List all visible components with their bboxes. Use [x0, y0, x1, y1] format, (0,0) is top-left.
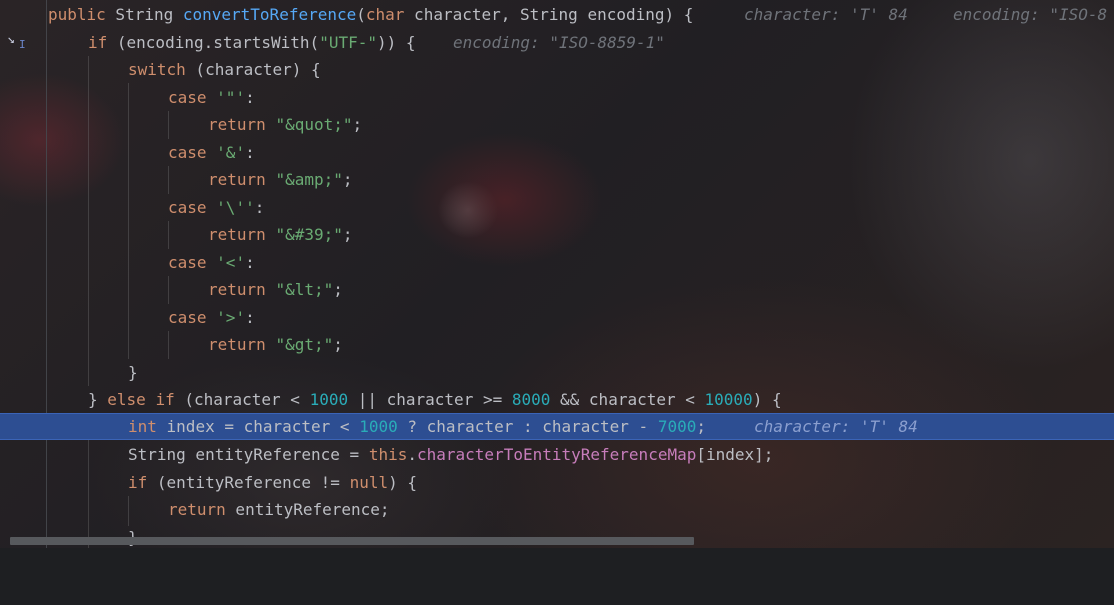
- code-text: return "&gt;";: [208, 335, 343, 354]
- code-line[interactable]: case '"':: [0, 84, 1114, 111]
- scrollbar-thumb[interactable]: [10, 537, 694, 545]
- code-text: case '>':: [168, 308, 255, 327]
- code-line[interactable]: return entityReference;: [0, 496, 1114, 523]
- step-into-arrow-icon: ↘: [7, 32, 15, 47]
- code-line[interactable]: case '<':: [0, 249, 1114, 276]
- code-line[interactable]: } else if (character < 1000 || character…: [0, 386, 1114, 413]
- inline-value-hint: encoding: "ISO-8: [953, 5, 1108, 24]
- code-text: return "&amp;";: [208, 170, 353, 189]
- code-line[interactable]: }: [0, 359, 1114, 386]
- code-line[interactable]: case '\'':: [0, 194, 1114, 221]
- method-name[interactable]: convertToReference: [183, 5, 356, 24]
- code-line[interactable]: return "&amp;";: [0, 166, 1114, 193]
- code-text: return "&#39;";: [208, 225, 353, 244]
- code-text: return "&quot;";: [208, 115, 363, 134]
- code-line[interactable]: case '&':: [0, 139, 1114, 166]
- code-text: if (entityReference != null) {: [128, 473, 417, 492]
- code-editor[interactable]: public String convertToReference(char ch…: [0, 0, 1114, 548]
- text-cursor-icon: I: [19, 38, 26, 51]
- code-text: switch (character) {: [128, 60, 321, 79]
- inline-value-hint: encoding: "ISO-8859-1": [453, 33, 665, 52]
- code-line[interactable]: return "&quot;";: [0, 111, 1114, 138]
- code-line[interactable]: if (entityReference != null) {: [0, 469, 1114, 496]
- code-text: case '"':: [168, 88, 255, 107]
- code-line[interactable]: String entityReference = this.characterT…: [0, 441, 1114, 468]
- horizontal-scrollbar[interactable]: [0, 535, 1114, 548]
- code-line[interactable]: case '>':: [0, 304, 1114, 331]
- code-line[interactable]: return "&#39;";: [0, 221, 1114, 248]
- execution-point-marker[interactable]: ↘ I: [7, 32, 29, 51]
- code-text: }: [128, 363, 138, 382]
- code-text: if (encoding.startsWith("UTF-")) {: [88, 33, 416, 52]
- code-line[interactable]: return "&gt;";: [0, 331, 1114, 358]
- code-text: return "&lt;";: [208, 280, 343, 299]
- code-line[interactable]: if (encoding.startsWith("UTF-")) { encod…: [0, 29, 1114, 56]
- code-line[interactable]: return "&lt;";: [0, 276, 1114, 303]
- code-text: public String convertToReference(char ch…: [48, 5, 694, 24]
- current-execution-line[interactable]: int index = character < 1000 ? character…: [0, 413, 1114, 440]
- code-text: } else if (character < 1000 || character…: [88, 390, 782, 409]
- code-text: case '<':: [168, 253, 255, 272]
- code-line[interactable]: switch (character) {: [0, 56, 1114, 83]
- code-text: case '&':: [168, 143, 255, 162]
- code-text: String entityReference = this.characterT…: [128, 445, 774, 464]
- code-line[interactable]: public String convertToReference(char ch…: [0, 1, 1114, 28]
- code-text: int index = character < 1000 ? character…: [128, 417, 706, 436]
- code-text: case '\'':: [168, 198, 265, 217]
- inline-value-hint: character: 'T' 84: [754, 417, 918, 436]
- inline-value-hint: character: 'T' 84: [744, 5, 908, 24]
- code-text: return entityReference;: [168, 500, 390, 519]
